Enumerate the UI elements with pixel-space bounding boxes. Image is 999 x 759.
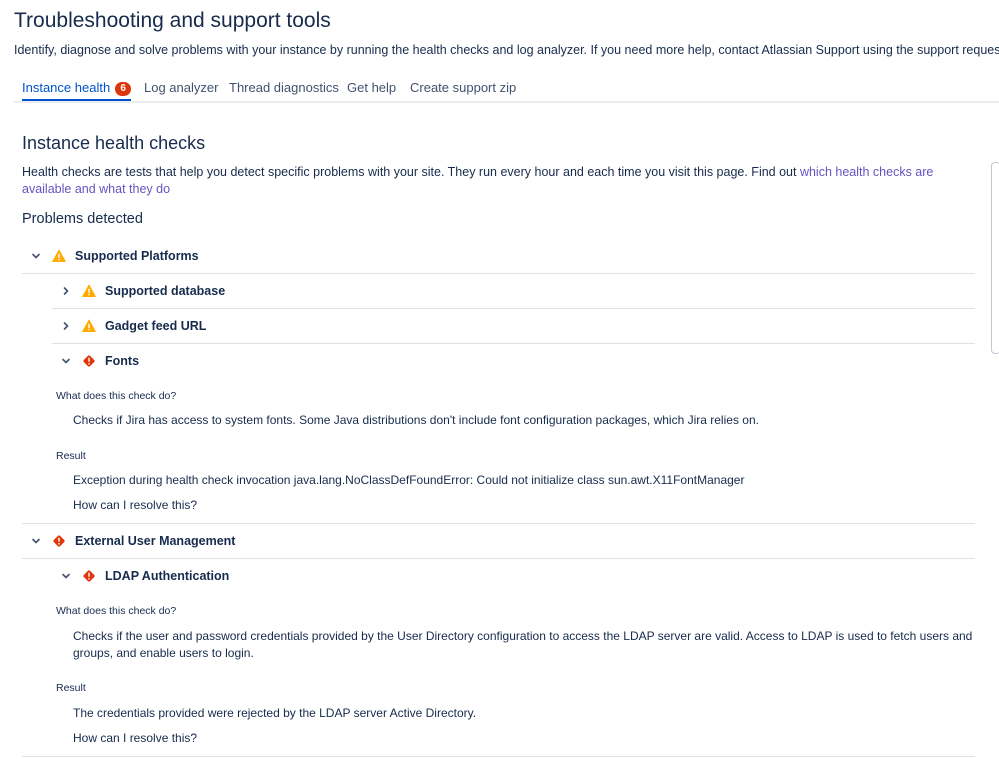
fonts-resolve-link[interactable]: How can I resolve this? xyxy=(73,497,197,514)
tab-log-analyzer[interactable]: Log analyzer xyxy=(144,80,218,99)
chevron-down-icon[interactable] xyxy=(60,355,72,367)
problems-detected-heading: Problems detected xyxy=(22,211,143,227)
tab-instance-health[interactable]: Instance health 6 xyxy=(22,80,132,101)
warning-icon xyxy=(82,319,96,333)
warning-icon xyxy=(52,249,66,263)
tab-label: Instance health xyxy=(22,80,111,95)
section-description: Health checks are tests that help you de… xyxy=(22,164,976,198)
fonts-what-heading: What does this check do? xyxy=(56,390,177,402)
page-description: Identify, diagnose and solve problems wi… xyxy=(14,43,999,57)
ldap-what-heading: What does this check do? xyxy=(56,605,177,617)
check-label: Supported database xyxy=(105,284,226,298)
tab-create-support-zip[interactable]: Create support zip xyxy=(410,80,516,99)
section-title: Instance health checks xyxy=(22,133,206,153)
tab-get-help[interactable]: Get help xyxy=(347,80,396,99)
check-gadget-feed-url[interactable]: Gadget feed URL xyxy=(52,309,975,344)
fonts-result-heading: Result xyxy=(56,450,86,462)
check-supported-database[interactable]: Supported database xyxy=(52,274,975,309)
tab-thread-diagnostics[interactable]: Thread diagnostics xyxy=(229,80,339,99)
check-group-external-user-management[interactable]: External User Management xyxy=(22,524,975,559)
chevron-down-icon[interactable] xyxy=(30,535,42,547)
error-icon xyxy=(52,534,66,548)
check-label: Gadget feed URL xyxy=(105,319,207,333)
divider xyxy=(22,756,975,757)
ldap-result-text: The credentials provided were rejected b… xyxy=(73,706,477,720)
ldap-resolve-link[interactable]: How can I resolve this? xyxy=(73,730,197,747)
fonts-result-text: Exception during health check invocation… xyxy=(73,473,745,487)
chevron-right-icon[interactable] xyxy=(60,285,72,297)
check-group-label: External User Management xyxy=(75,534,236,548)
chevron-down-icon[interactable] xyxy=(30,250,42,262)
ldap-what-text: Checks if the user and password credenti… xyxy=(73,629,973,660)
check-label: LDAP Authentication xyxy=(105,569,230,583)
section-description-text: Health checks are tests that help you de… xyxy=(22,165,800,179)
ldap-result-heading: Result xyxy=(56,682,86,694)
error-icon xyxy=(82,354,96,368)
fonts-what-text: Checks if Jira has access to system font… xyxy=(73,413,759,427)
tab-bar: Instance health 6 Log analyzer Thread dia… xyxy=(14,80,999,103)
page-title: Troubleshooting and support tools xyxy=(14,9,331,32)
check-ldap-authentication[interactable]: LDAP Authentication xyxy=(52,559,975,593)
check-group-label: Supported Platforms xyxy=(75,249,199,263)
check-group-supported-platforms[interactable]: Supported Platforms xyxy=(22,239,975,274)
issue-count-badge: 6 xyxy=(115,82,132,96)
warning-icon xyxy=(82,284,96,298)
error-icon xyxy=(82,569,96,583)
scrollbar[interactable] xyxy=(991,162,999,354)
check-fonts[interactable]: Fonts xyxy=(52,344,975,378)
check-label: Fonts xyxy=(105,354,140,368)
chevron-right-icon[interactable] xyxy=(60,320,72,332)
chevron-down-icon[interactable] xyxy=(60,570,72,582)
